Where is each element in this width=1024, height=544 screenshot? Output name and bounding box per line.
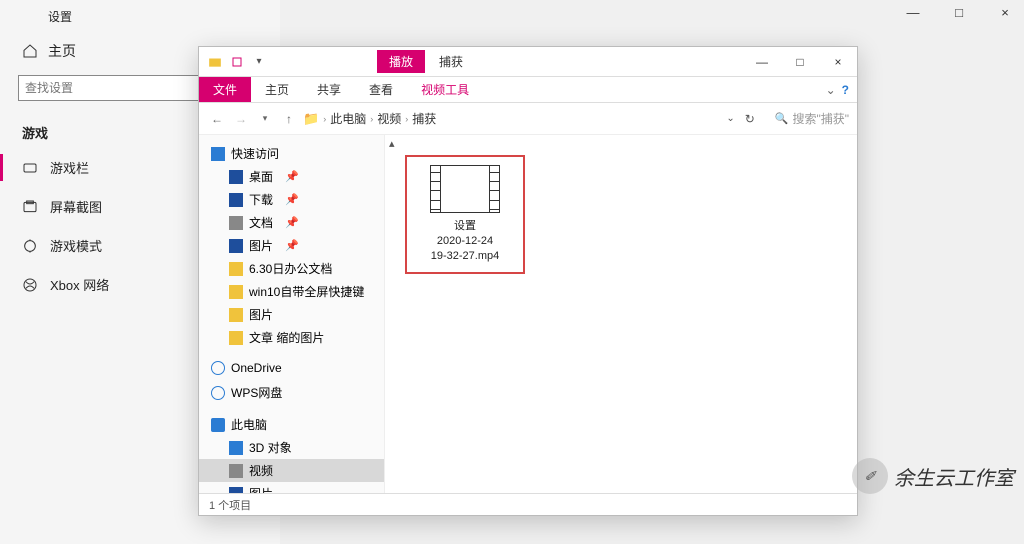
explorer-maximize-button[interactable]: □: [781, 47, 819, 77]
explorer-body: 快速访问 桌面📌下载📌文档📌图片📌6.30日办公文档win10自带全屏快捷键图片…: [199, 135, 857, 493]
breadcrumb-sep: ›: [370, 114, 373, 124]
nav-item[interactable]: 图片: [199, 482, 384, 493]
star-icon: [211, 147, 225, 161]
pin-icon: 📌: [279, 170, 299, 183]
explorer-window: ▾ 播放 捕获 — □ × 文件 主页 共享 查看 视频工具 ⌄ ? ← → ▾…: [198, 46, 858, 516]
bg-close-button[interactable]: ×: [992, 2, 1018, 22]
folder-icon: [229, 193, 243, 207]
address-bar-right: ⌄ ↻ 🔍 搜索"捕获": [726, 110, 849, 127]
explorer-nav-pane[interactable]: 快速访问 桌面📌下载📌文档📌图片📌6.30日办公文档win10自带全屏快捷键图片…: [199, 135, 385, 493]
breadcrumb-dropdown-icon[interactable]: ⌄: [726, 113, 734, 124]
file-item-video[interactable]: 设置 2020-12-24 19-32-27.mp4: [405, 155, 525, 274]
explorer-search[interactable]: 🔍 搜索"捕获": [765, 110, 849, 127]
folder-icon: [229, 262, 243, 276]
nav-wps[interactable]: WPS网盘: [199, 378, 384, 404]
xbox-icon: [22, 277, 38, 293]
breadcrumb[interactable]: 📁 › 此电脑 › 视频 › 捕获: [303, 110, 722, 127]
ribbon-help-icon[interactable]: ?: [842, 83, 849, 97]
explorer-titlebar: ▾ 播放 捕获 — □ ×: [199, 47, 857, 77]
scroll-up-icon[interactable]: ▴: [389, 137, 395, 150]
breadcrumb-sep: ›: [405, 114, 408, 124]
settings-home-label: 主页: [48, 41, 76, 61]
explorer-status-bar: 1 个项目: [199, 493, 857, 515]
nav-item[interactable]: 图片📌: [199, 234, 384, 257]
ribbon-expand-icon[interactable]: ⌄: [826, 83, 836, 97]
ribbon-tab-share[interactable]: 共享: [303, 77, 355, 102]
folder-icon: [229, 285, 243, 299]
qat-chevron-icon[interactable]: ▾: [251, 54, 267, 70]
wps-icon: [211, 386, 225, 400]
gamemode-icon: [22, 238, 38, 254]
nav-item[interactable]: 6.30日办公文档: [199, 257, 384, 280]
explorer-title: 捕获: [439, 53, 463, 70]
folder-icon: [229, 464, 243, 478]
explorer-ribbon: 文件 主页 共享 查看 视频工具 ⌄ ?: [199, 77, 857, 103]
breadcrumb-item[interactable]: 视频: [377, 110, 401, 127]
bg-minimize-button[interactable]: —: [900, 2, 926, 22]
sidebar-item-label: 游戏栏: [50, 158, 89, 177]
breadcrumb-item[interactable]: 此电脑: [330, 110, 366, 127]
address-bar-row: ← → ▾ ↑ 📁 › 此电脑 › 视频 › 捕获 ⌄ ↻ 🔍 搜索"捕获": [199, 103, 857, 135]
ribbon-help: ⌄ ?: [826, 83, 857, 97]
nav-item[interactable]: 文档📌: [199, 211, 384, 234]
bg-restore-button[interactable]: □: [946, 2, 972, 22]
nav-item[interactable]: 3D 对象: [199, 436, 384, 459]
bg-window-controls: — □ ×: [900, 2, 1018, 22]
pin-icon: 📌: [279, 193, 299, 206]
capture-icon: [22, 199, 38, 215]
refresh-button[interactable]: ↻: [745, 112, 755, 126]
explorer-window-controls: — □ ×: [743, 47, 857, 77]
search-icon: 🔍: [775, 112, 789, 125]
folder-icon: [229, 308, 243, 322]
nav-item[interactable]: win10自带全屏快捷键: [199, 280, 384, 303]
nav-item[interactable]: 下载📌: [199, 188, 384, 211]
home-icon: [22, 43, 38, 59]
quick-access-toolbar: ▾: [199, 54, 267, 70]
explorer-close-button[interactable]: ×: [819, 47, 857, 77]
file-name: 设置 2020-12-24 19-32-27.mp4: [415, 219, 515, 264]
nav-onedrive[interactable]: OneDrive: [199, 355, 384, 378]
folder-icon: [229, 331, 243, 345]
contextual-tab[interactable]: 播放: [377, 50, 425, 73]
folder-icon: [229, 441, 243, 455]
explorer-minimize-button[interactable]: —: [743, 47, 781, 77]
watermark: ✐ 余生云工作室: [852, 458, 1014, 494]
nav-quick-access[interactable]: 快速访问: [199, 139, 384, 165]
pin-icon: 📌: [279, 239, 299, 252]
sidebar-item-label: 游戏模式: [50, 236, 102, 255]
nav-item[interactable]: 视频: [199, 459, 384, 482]
pc-icon: [211, 418, 225, 432]
ribbon-tab-videotools[interactable]: 视频工具: [407, 77, 483, 102]
folder-icon: [229, 216, 243, 230]
breadcrumb-item[interactable]: 捕获: [412, 110, 436, 127]
ribbon-tab-file[interactable]: 文件: [199, 77, 251, 102]
gamebar-icon: [22, 160, 38, 176]
folder-icon: [229, 170, 243, 184]
watermark-logo-icon: ✐: [852, 458, 888, 494]
nav-item[interactable]: 图片: [199, 303, 384, 326]
ribbon-tab-view[interactable]: 查看: [355, 77, 407, 102]
breadcrumb-folder-icon: 📁: [303, 111, 319, 127]
watermark-text: 余生云工作室: [894, 462, 1014, 491]
pin-icon: 📌: [279, 216, 299, 229]
folder-icon: [207, 54, 223, 70]
onedrive-icon: [211, 361, 225, 375]
settings-title: 设置: [0, 0, 280, 33]
nav-item[interactable]: 桌面📌: [199, 165, 384, 188]
nav-up-button[interactable]: ↑: [279, 109, 299, 129]
explorer-content-area[interactable]: ▴ 设置 2020-12-24 19-32-27.mp4: [385, 135, 857, 493]
search-placeholder: 搜索"捕获": [792, 110, 849, 127]
breadcrumb-sep: ›: [323, 114, 326, 124]
sidebar-item-label: 屏幕截图: [50, 197, 102, 216]
nav-item[interactable]: 文章 缩的图片: [199, 326, 384, 349]
ribbon-tab-home[interactable]: 主页: [251, 77, 303, 102]
nav-forward-button[interactable]: →: [231, 109, 251, 129]
nav-back-button[interactable]: ←: [207, 109, 227, 129]
sidebar-item-label: Xbox 网络: [50, 275, 109, 294]
nav-this-pc[interactable]: 此电脑: [199, 410, 384, 436]
video-thumbnail-icon: [430, 165, 500, 213]
qat-properties-icon[interactable]: [229, 54, 245, 70]
nav-history-button[interactable]: ▾: [255, 109, 275, 129]
folder-icon: [229, 239, 243, 253]
